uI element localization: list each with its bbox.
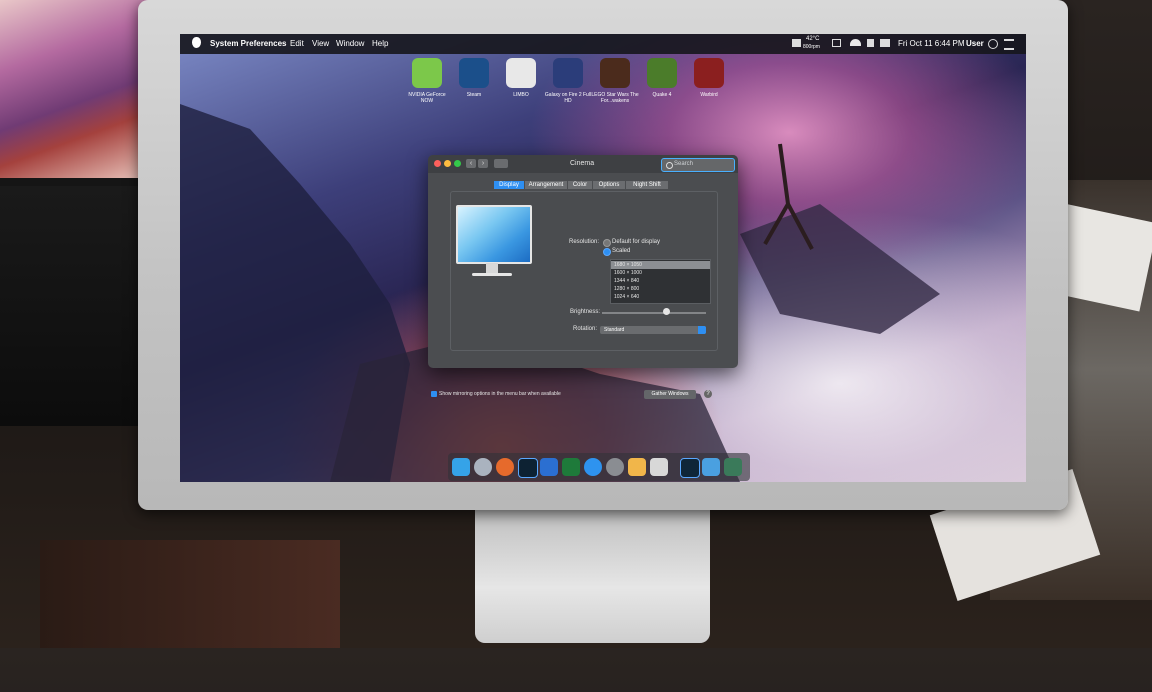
tab-display[interactable]: Display bbox=[494, 181, 524, 189]
search-placeholder: Search bbox=[674, 161, 694, 167]
minimize-button[interactable] bbox=[444, 160, 451, 167]
lightroom-classic-icon[interactable] bbox=[680, 458, 700, 478]
show-all-grid-icon[interactable] bbox=[494, 159, 508, 168]
radio-scaled[interactable] bbox=[603, 248, 611, 256]
rotation-select[interactable]: Standard bbox=[600, 326, 706, 334]
nvidia-icon[interactable] bbox=[412, 58, 442, 88]
search-field[interactable]: Search bbox=[661, 158, 735, 172]
desktop-icon-label-galaxy[interactable]: Galaxy on Fire 2 Full HD bbox=[544, 92, 592, 104]
appstore-icon[interactable] bbox=[584, 458, 602, 476]
radio-scaled-label[interactable]: Scaled bbox=[612, 248, 630, 254]
desktop-icon-label-quake[interactable]: Quake 4 bbox=[638, 92, 686, 98]
spotlight-icon[interactable] bbox=[988, 39, 998, 49]
tab-color[interactable]: Color bbox=[568, 181, 592, 189]
resolution-item[interactable]: 1344 × 840 bbox=[614, 278, 709, 284]
steam-icon[interactable] bbox=[459, 58, 489, 88]
menu-window[interactable]: Window bbox=[336, 39, 364, 48]
lego-icon[interactable] bbox=[600, 58, 630, 88]
display-icon bbox=[456, 205, 532, 264]
menu-app-name[interactable]: System Preferences bbox=[210, 39, 287, 48]
desktop-icon-label-lego[interactable]: LEGO Star Wars The For...wakens bbox=[591, 92, 639, 104]
window-title: Cinema bbox=[570, 160, 595, 167]
quake-icon[interactable] bbox=[647, 58, 677, 88]
warbird-icon[interactable] bbox=[694, 58, 724, 88]
launchpad-icon[interactable] bbox=[474, 458, 492, 476]
radio-default-for-display[interactable] bbox=[603, 239, 611, 247]
wifi-icon[interactable] bbox=[850, 39, 861, 46]
clock[interactable]: Fri Oct 11 6:44 PM bbox=[898, 39, 965, 48]
desktop-screen: System Preferences Edit View Window Help… bbox=[180, 34, 1026, 482]
resolution-item[interactable]: 1280 × 800 bbox=[614, 286, 709, 292]
display-stand-icon bbox=[486, 263, 498, 273]
resolution-item[interactable]: 1600 × 1000 bbox=[614, 270, 709, 276]
galaxy-icon[interactable] bbox=[553, 58, 583, 88]
zoom-button[interactable] bbox=[454, 160, 461, 167]
photos-icon[interactable] bbox=[628, 458, 646, 476]
radio-default-label[interactable]: Default for display bbox=[612, 239, 660, 245]
user-menu[interactable]: User bbox=[966, 39, 984, 48]
menu-help[interactable]: Help bbox=[372, 39, 388, 48]
mirroring-checkbox-label[interactable]: Show mirroring options in the menu bar w… bbox=[439, 391, 561, 397]
tab-options[interactable]: Options bbox=[593, 181, 625, 189]
word-icon[interactable] bbox=[540, 458, 558, 476]
temperature-readout[interactable]: 42°C bbox=[806, 36, 819, 42]
fan-readout[interactable]: 800rpm bbox=[803, 44, 820, 50]
airplay-icon[interactable] bbox=[867, 39, 874, 47]
lightroom-icon[interactable] bbox=[518, 458, 538, 478]
desktop-icon-label-warbird[interactable]: Warbird bbox=[685, 92, 733, 98]
brightness-slider[interactable] bbox=[602, 312, 706, 314]
tab-arrangement[interactable]: Arrangement bbox=[525, 181, 567, 189]
brightness-label: Brightness: bbox=[570, 309, 601, 315]
close-button[interactable] bbox=[434, 160, 441, 167]
menu-bar: System Preferences Edit View Window Help… bbox=[180, 34, 1026, 54]
desktop-icon-label-nvidia[interactable]: NVIDIA GeForce NOW bbox=[403, 92, 451, 104]
dock bbox=[448, 453, 750, 481]
display-base-icon bbox=[472, 273, 512, 276]
excel-icon[interactable] bbox=[562, 458, 580, 476]
help-button[interactable]: ? bbox=[704, 390, 712, 398]
desk-items bbox=[40, 540, 340, 648]
resolution-list[interactable]: 1680 × 1050 1600 × 1000 1344 × 840 1280 … bbox=[610, 259, 711, 304]
resolution-item[interactable]: 1024 × 640 bbox=[614, 294, 709, 300]
menu-edit[interactable]: Edit bbox=[290, 39, 304, 48]
desktop-icon-label-limbo[interactable]: LIMBO bbox=[497, 92, 545, 98]
folder-icon[interactable] bbox=[702, 458, 720, 476]
volume-icon[interactable] bbox=[880, 39, 890, 47]
monitor-stand bbox=[475, 505, 710, 643]
limbo-icon[interactable] bbox=[506, 58, 536, 88]
rotation-label: Rotation: bbox=[573, 326, 598, 332]
window-titlebar[interactable]: ‹ › Cinema Search bbox=[428, 155, 738, 173]
trash-icon[interactable] bbox=[724, 458, 742, 476]
mirroring-checkbox[interactable] bbox=[431, 391, 437, 397]
apple-menu-icon[interactable] bbox=[192, 37, 201, 48]
firefox-icon[interactable] bbox=[496, 458, 514, 476]
back-button[interactable]: ‹ bbox=[466, 159, 476, 168]
notification-center-icon[interactable] bbox=[1004, 39, 1014, 50]
chevron-updown-icon bbox=[698, 326, 706, 334]
menu-view[interactable]: View bbox=[312, 39, 329, 48]
system-preferences-icon[interactable] bbox=[606, 458, 624, 476]
finder-icon[interactable] bbox=[452, 458, 470, 476]
forward-button[interactable]: › bbox=[478, 159, 488, 168]
desktop-icon-label-steam[interactable]: Steam bbox=[450, 92, 498, 98]
tab-night-shift[interactable]: Night Shift bbox=[626, 181, 668, 189]
screen-icon[interactable] bbox=[832, 39, 841, 47]
stats-icon[interactable] bbox=[792, 39, 801, 47]
resolution-label: Resolution: bbox=[569, 239, 600, 245]
resolution-item[interactable]: 1680 × 1050 bbox=[614, 262, 709, 268]
roblox-icon[interactable] bbox=[650, 458, 668, 476]
search-icon bbox=[666, 162, 673, 169]
gather-windows-button[interactable]: Gather Windows bbox=[644, 390, 696, 399]
rotation-value: Standard bbox=[604, 327, 625, 333]
display-preferences-window: ‹ › Cinema Search Display Arrangement Co… bbox=[428, 155, 738, 399]
